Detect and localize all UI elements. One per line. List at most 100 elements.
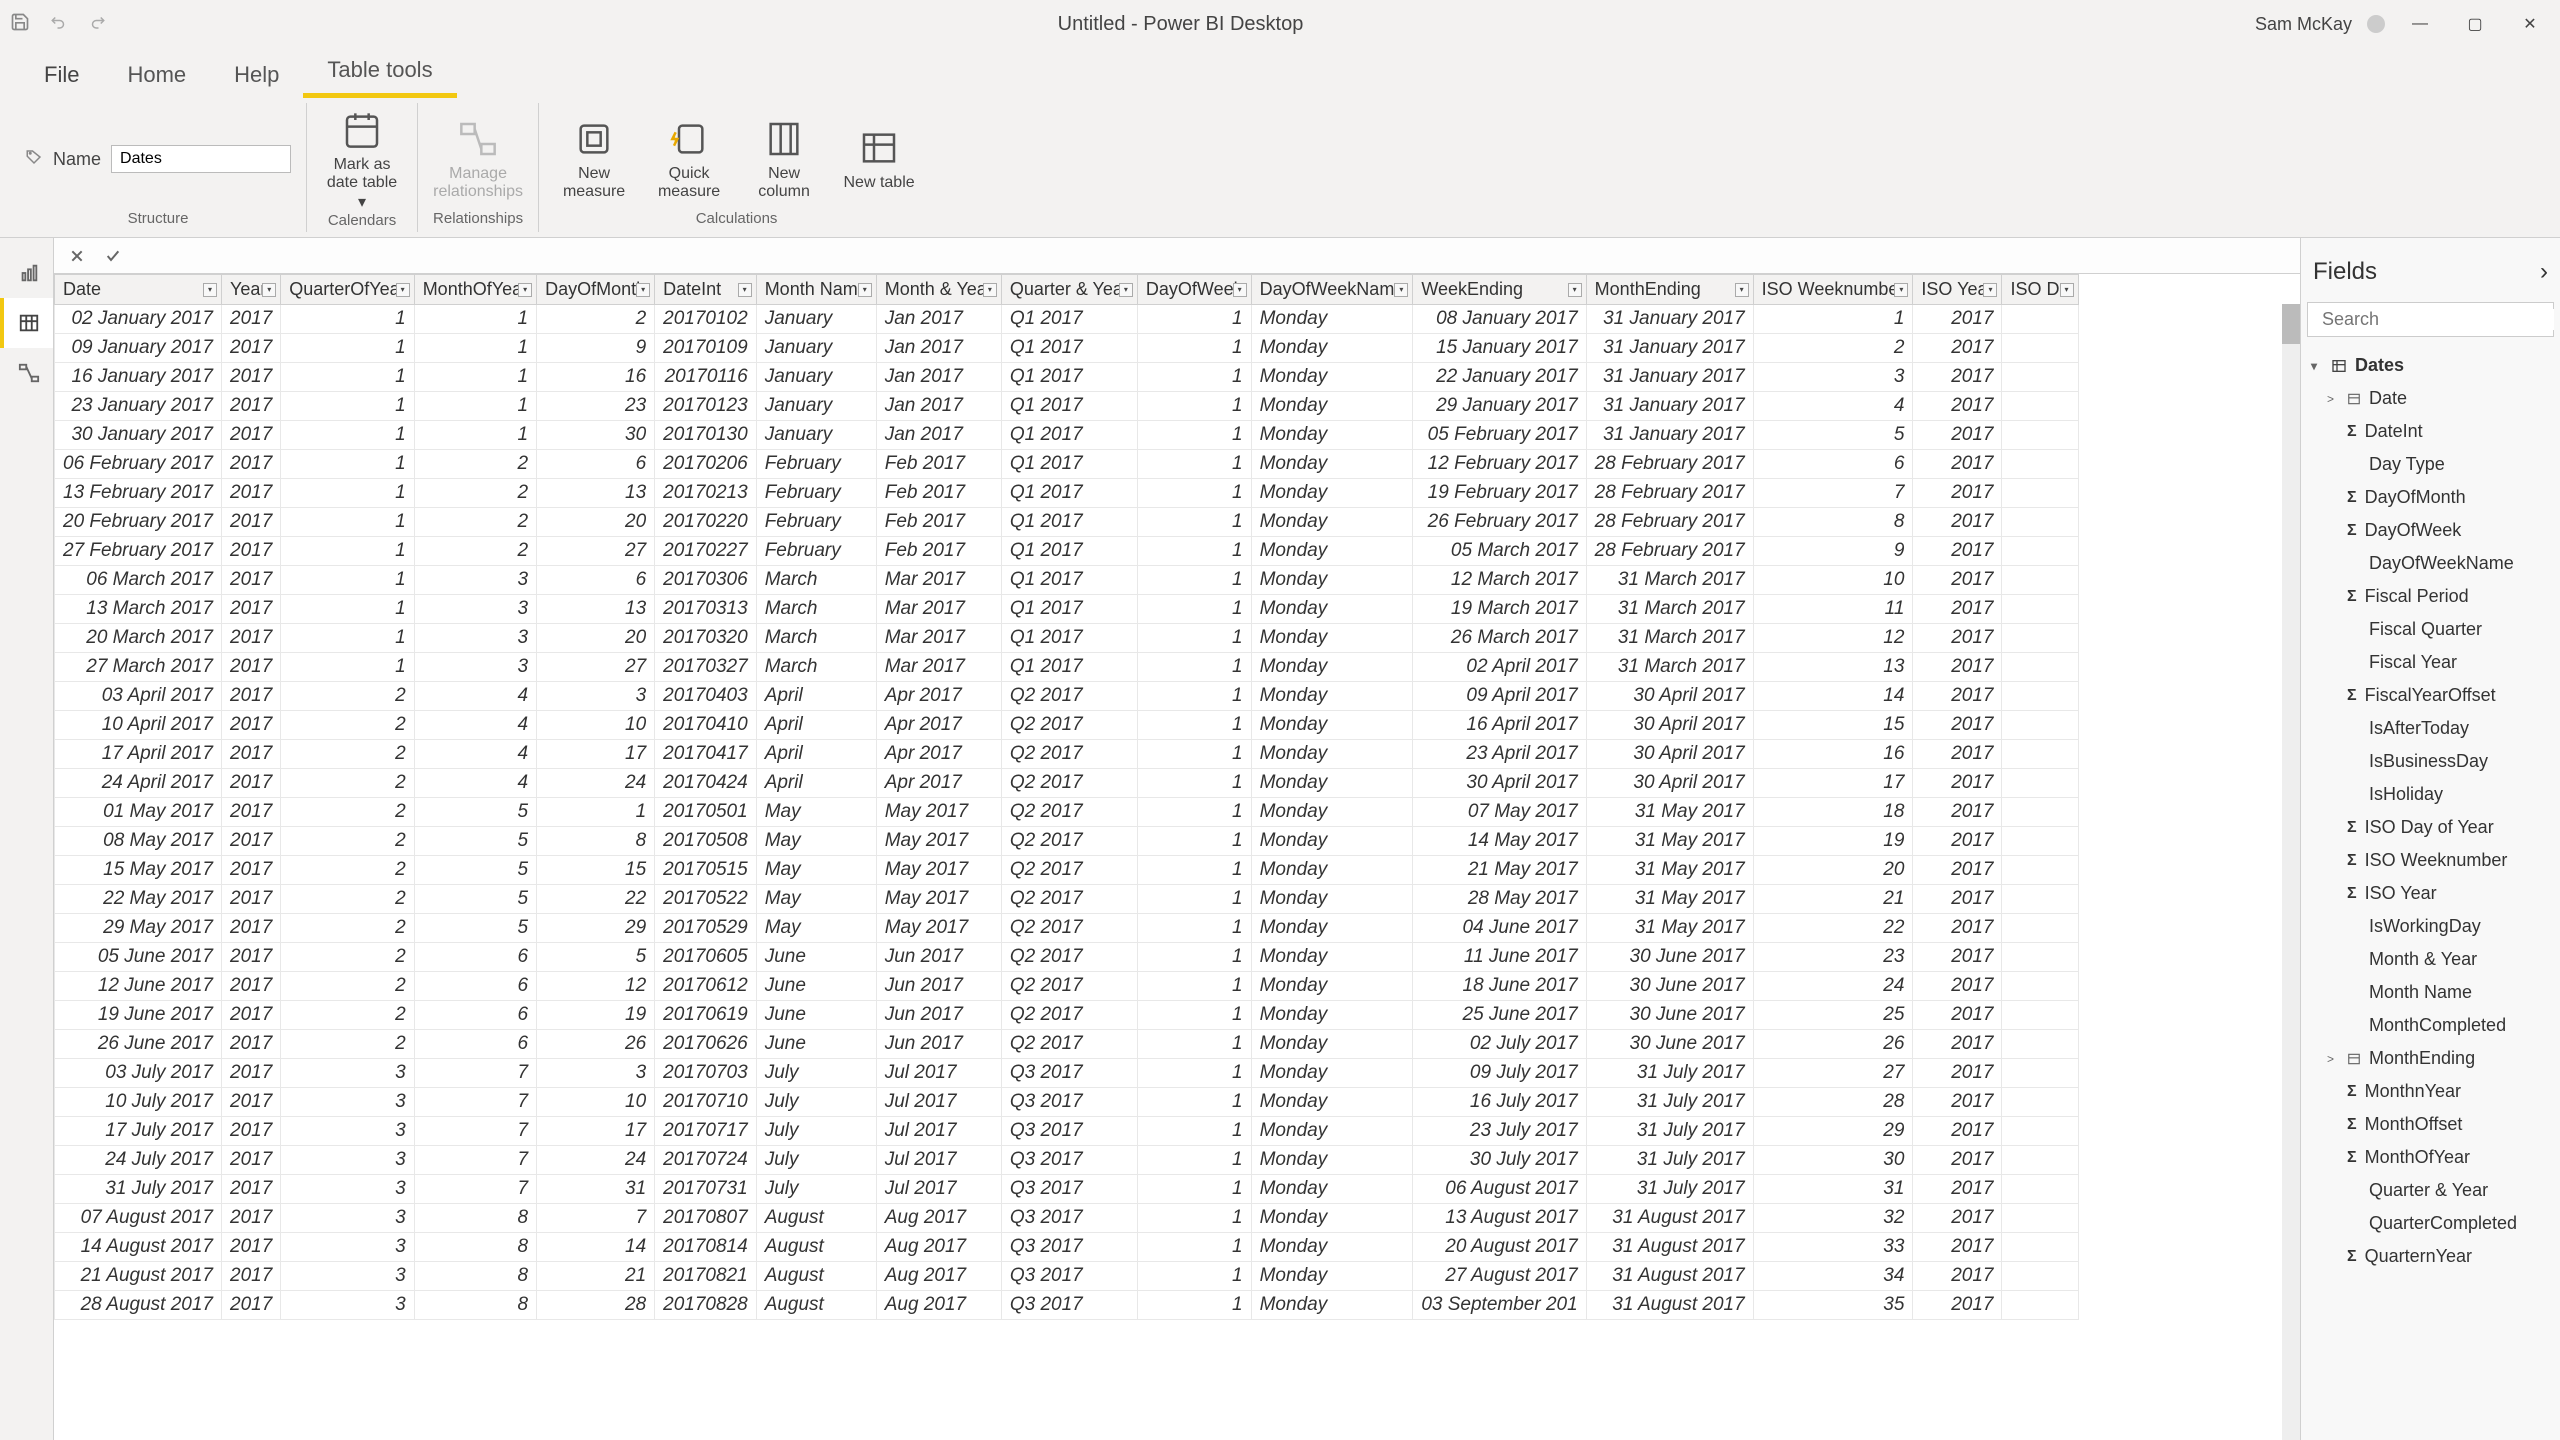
table-cell[interactable]: 1 (281, 363, 414, 392)
table-row[interactable]: 02 January 2017201711220170102JanuaryJan… (55, 305, 2079, 334)
table-cell[interactable]: 1 (281, 305, 414, 334)
table-cell[interactable]: Monday (1251, 653, 1413, 682)
table-cell[interactable]: 2017 (1913, 943, 2002, 972)
table-cell[interactable]: Q1 2017 (1001, 421, 1137, 450)
table-cell[interactable]: May 2017 (876, 885, 1001, 914)
table-cell[interactable]: 31 May 2017 (1586, 856, 1753, 885)
table-cell[interactable]: 8 (414, 1233, 536, 1262)
table-cell[interactable]: 17 (537, 1117, 655, 1146)
table-cell[interactable]: 7 (1753, 479, 1913, 508)
table-cell[interactable]: 2017 (1913, 914, 2002, 943)
field-item[interactable]: ΣQuarternYear (2307, 1240, 2554, 1273)
table-row[interactable]: 20 March 20172017132020170320MarchMar 20… (55, 624, 2079, 653)
table-cell[interactable]: 20170626 (655, 1030, 757, 1059)
table-cell[interactable]: 24 (537, 1146, 655, 1175)
table-cell[interactable]: Jun 2017 (876, 1001, 1001, 1030)
field-item[interactable]: IsWorkingDay (2307, 910, 2554, 943)
table-cell[interactable]: 22 (1753, 914, 1913, 943)
table-cell[interactable]: 31 May 2017 (1586, 827, 1753, 856)
table-cell[interactable]: 24 April 2017 (55, 769, 222, 798)
table-cell[interactable]: 12 March 2017 (1413, 566, 1586, 595)
table-cell[interactable]: 29 (537, 914, 655, 943)
column-header[interactable]: Date▾ (55, 275, 222, 305)
table-name-input[interactable] (111, 145, 291, 173)
table-cell[interactable]: 10 April 2017 (55, 711, 222, 740)
column-header[interactable]: Year▾ (222, 275, 281, 305)
table-cell[interactable]: 20170306 (655, 566, 757, 595)
column-filter-icon[interactable]: ▾ (1233, 283, 1247, 297)
table-cell[interactable]: 2017 (1913, 1204, 2002, 1233)
table-cell[interactable]: Mar 2017 (876, 624, 1001, 653)
table-cell[interactable]: 4 (414, 682, 536, 711)
table-cell[interactable] (2002, 334, 2078, 363)
table-cell[interactable]: 1 (414, 305, 536, 334)
table-cell[interactable]: 1 (1137, 943, 1251, 972)
field-item[interactable]: IsBusinessDay (2307, 745, 2554, 778)
table-cell[interactable]: 1 (1137, 537, 1251, 566)
mark-as-date-table-button[interactable]: Mark as date table ▾ (322, 108, 402, 212)
column-filter-icon[interactable]: ▾ (2060, 283, 2074, 297)
column-filter-icon[interactable]: ▾ (203, 283, 217, 297)
table-cell[interactable]: 27 February 2017 (55, 537, 222, 566)
table-cell[interactable]: 10 (537, 711, 655, 740)
table-cell[interactable]: Monday (1251, 595, 1413, 624)
table-cell[interactable]: 2 (281, 1030, 414, 1059)
table-cell[interactable]: 2017 (222, 1233, 281, 1262)
table-cell[interactable]: 16 (1753, 740, 1913, 769)
table-cell[interactable]: Feb 2017 (876, 537, 1001, 566)
table-cell[interactable]: 1 (1137, 334, 1251, 363)
user-name[interactable]: Sam McKay (2255, 14, 2352, 35)
table-cell[interactable]: 12 (1753, 624, 1913, 653)
column-header[interactable]: DayOfWeek▾ (1137, 275, 1251, 305)
table-cell[interactable]: 03 September 201 (1413, 1291, 1586, 1320)
table-cell[interactable]: 2 (281, 711, 414, 740)
table-cell[interactable]: May (756, 914, 876, 943)
table-cell[interactable]: Aug 2017 (876, 1291, 1001, 1320)
table-cell[interactable]: Q3 2017 (1001, 1291, 1137, 1320)
table-cell[interactable]: February (756, 450, 876, 479)
table-row[interactable]: 23 January 20172017112320170123JanuaryJa… (55, 392, 2079, 421)
table-cell[interactable]: 2017 (1913, 711, 2002, 740)
table-cell[interactable]: 1 (1137, 392, 1251, 421)
data-grid[interactable]: Date▾Year▾QuarterOfYear▾MonthOfYear▾DayO… (54, 274, 2300, 1440)
table-cell[interactable]: 2017 (1913, 334, 2002, 363)
table-cell[interactable]: 7 (414, 1059, 536, 1088)
table-cell[interactable]: 20170116 (655, 363, 757, 392)
table-cell[interactable] (2002, 305, 2078, 334)
table-cell[interactable]: 31 August 2017 (1586, 1233, 1753, 1262)
table-cell[interactable]: Jan 2017 (876, 334, 1001, 363)
table-cell[interactable]: 31 January 2017 (1586, 305, 1753, 334)
table-cell[interactable]: 6 (537, 450, 655, 479)
table-cell[interactable]: 31 (1753, 1175, 1913, 1204)
new-measure-button[interactable]: New measure (554, 117, 634, 201)
table-cell[interactable]: 3 (281, 1175, 414, 1204)
table-cell[interactable]: August (756, 1262, 876, 1291)
table-cell[interactable]: January (756, 363, 876, 392)
table-cell[interactable]: 2017 (222, 479, 281, 508)
column-header[interactable]: Month Name▾ (756, 275, 876, 305)
table-cell[interactable]: 30 April 2017 (1586, 711, 1753, 740)
table-cell[interactable]: 2 (281, 943, 414, 972)
table-cell[interactable]: 2017 (1913, 1146, 2002, 1175)
table-cell[interactable]: 32 (1753, 1204, 1913, 1233)
table-cell[interactable]: 15 May 2017 (55, 856, 222, 885)
table-row[interactable]: 17 July 20172017371720170717JulyJul 2017… (55, 1117, 2079, 1146)
table-cell[interactable]: 28 February 2017 (1586, 537, 1753, 566)
table-cell[interactable]: 10 (537, 1088, 655, 1117)
table-cell[interactable]: 8 (414, 1204, 536, 1233)
column-header[interactable]: ISO Da▾ (2002, 275, 2078, 305)
table-cell[interactable]: 12 June 2017 (55, 972, 222, 1001)
table-cell[interactable]: 2017 (222, 885, 281, 914)
table-cell[interactable]: 31 May 2017 (1586, 914, 1753, 943)
table-cell[interactable]: 1 (1137, 1204, 1251, 1233)
table-cell[interactable]: July (756, 1088, 876, 1117)
table-cell[interactable]: 5 (1753, 421, 1913, 450)
save-icon[interactable] (10, 12, 30, 37)
table-cell[interactable]: 02 April 2017 (1413, 653, 1586, 682)
table-cell[interactable] (2002, 711, 2078, 740)
table-cell[interactable]: February (756, 537, 876, 566)
table-cell[interactable]: Jun 2017 (876, 972, 1001, 1001)
table-cell[interactable]: 7 (537, 1204, 655, 1233)
table-cell[interactable]: 2017 (222, 827, 281, 856)
table-cell[interactable]: 31 May 2017 (1586, 798, 1753, 827)
